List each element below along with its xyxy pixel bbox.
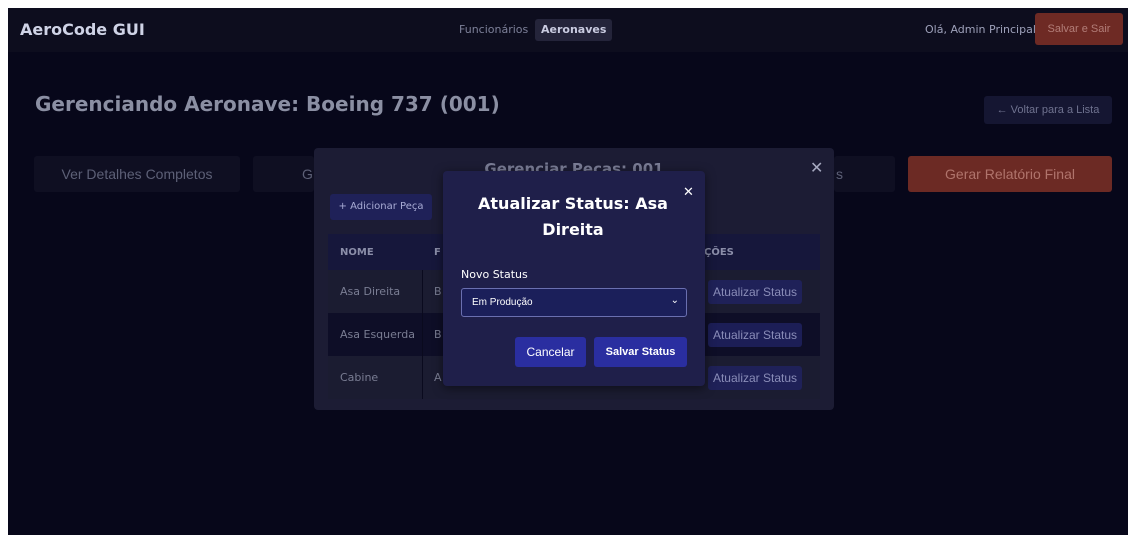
new-status-label: Novo Status	[461, 268, 528, 281]
part-second: B	[434, 285, 442, 298]
update-status-button[interactable]: Atualizar Status	[708, 280, 802, 304]
part-name: Asa Direita	[340, 285, 401, 298]
header-name: NOME	[340, 247, 374, 258]
save-and-exit-button[interactable]: Salvar e Sair	[1035, 13, 1123, 45]
close-icon[interactable]: ✕	[683, 185, 694, 200]
status-select[interactable]: Em Produção ⌄	[461, 288, 687, 317]
selected-status-value: Em Produção	[472, 297, 533, 308]
part-name: Asa Esquerda	[340, 328, 415, 341]
page-title: Gerenciando Aeronave: Boeing 737 (001)	[35, 92, 500, 116]
update-status-button[interactable]: Atualizar Status	[708, 323, 802, 347]
part-name: Cabine	[340, 371, 379, 384]
app-window: AeroCode GUI Funcionários Aeronaves Olá,…	[8, 8, 1128, 535]
manage-parts-button[interactable]: G	[253, 156, 314, 192]
save-status-button[interactable]: Salvar Status	[594, 337, 687, 367]
nav-funcionarios[interactable]: Funcionários	[453, 19, 534, 41]
add-part-button[interactable]: + Adicionar Peça	[330, 194, 432, 220]
view-details-button[interactable]: Ver Detalhes Completos	[34, 156, 240, 192]
header-actions: ÇÕES	[704, 247, 734, 258]
cancel-button[interactable]: Cancelar	[515, 337, 586, 367]
back-to-list-button[interactable]: ← Voltar para a Lista	[984, 96, 1112, 124]
generate-report-button[interactable]: Gerar Relatório Final	[908, 156, 1112, 192]
part-second: A	[434, 371, 442, 384]
chevron-down-icon: ⌄	[670, 295, 679, 306]
update-status-modal: Atualizar Status: Asa Direita ✕ Novo Sta…	[443, 171, 705, 386]
status-modal-title: Atualizar Status: Asa Direita	[478, 194, 668, 239]
part-second: B	[434, 328, 442, 341]
parts-close-icon[interactable]: ✕	[810, 158, 823, 177]
header-second: F	[434, 247, 441, 258]
update-status-button[interactable]: Atualizar Status	[708, 366, 802, 390]
app-brand: AeroCode GUI	[20, 20, 145, 39]
user-greeting: Olá, Admin Principal	[925, 23, 1036, 36]
top-navbar: AeroCode GUI Funcionários Aeronaves Olá,…	[8, 8, 1128, 52]
manage-steps-button[interactable]: s	[834, 156, 895, 192]
nav-aeronaves[interactable]: Aeronaves	[535, 19, 613, 41]
